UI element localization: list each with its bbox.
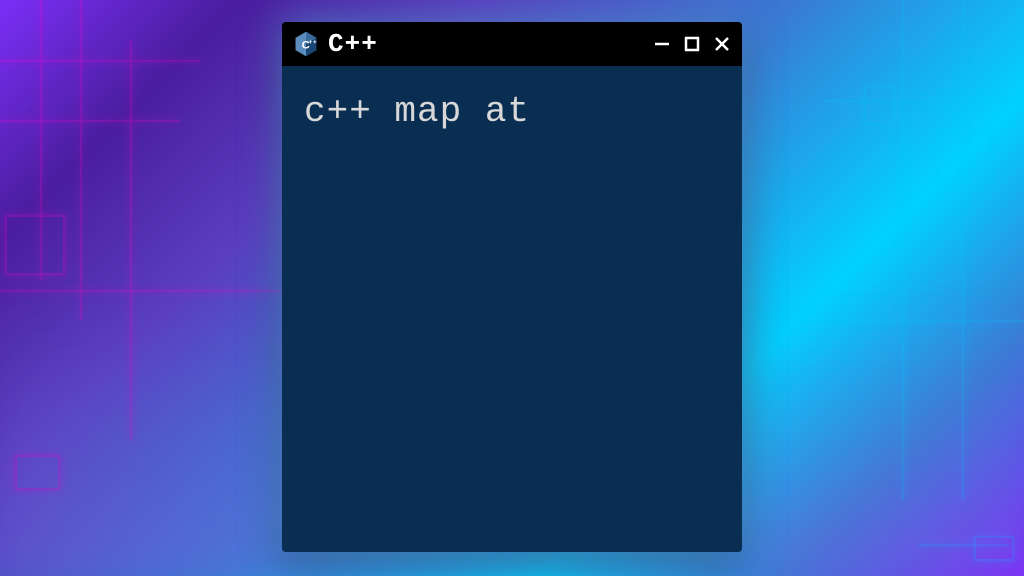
terminal-content: c++ map at: [304, 90, 720, 133]
terminal-window: C + + C++ c++ map at: [282, 22, 742, 552]
window-title: C++: [328, 29, 642, 59]
svg-text:+: +: [309, 39, 313, 46]
cpp-logo-icon: C + +: [292, 30, 320, 58]
minimize-button[interactable]: [650, 32, 674, 56]
window-titlebar[interactable]: C + + C++: [282, 22, 742, 66]
terminal-body[interactable]: c++ map at: [282, 66, 742, 552]
maximize-button[interactable]: [680, 32, 704, 56]
window-controls: [650, 32, 734, 56]
close-button[interactable]: [710, 32, 734, 56]
svg-text:+: +: [313, 39, 317, 46]
